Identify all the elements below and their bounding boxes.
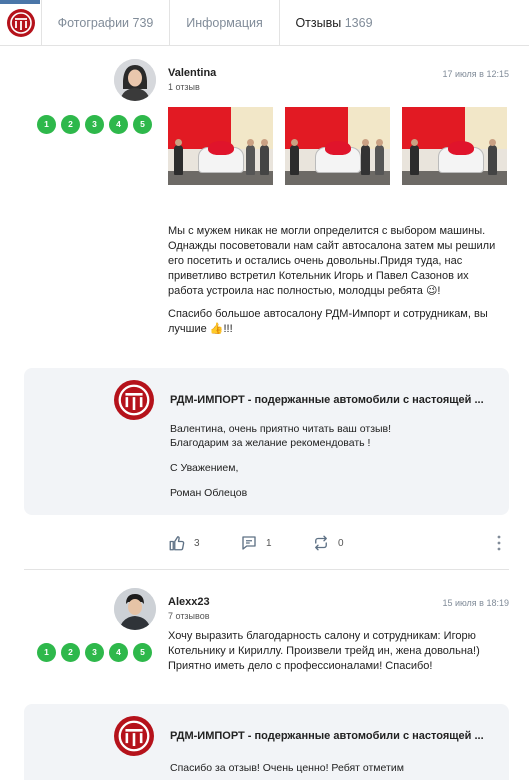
photo-person xyxy=(375,145,384,175)
repost-button[interactable]: 0 xyxy=(312,534,344,552)
tab-photos-label: Фотографии xyxy=(57,16,130,30)
comment-button[interactable]: 1 xyxy=(240,534,272,552)
rating-dot-3: 3 xyxy=(85,115,104,134)
reply-text-line: Благодарим за желание рекомендовать ! xyxy=(170,437,371,449)
photo-person xyxy=(246,145,255,175)
rdm-logo-icon xyxy=(6,9,35,37)
like-icon xyxy=(169,536,185,551)
photo-person xyxy=(410,145,419,175)
rating-dot-3: 3 xyxy=(85,643,104,662)
photo-person xyxy=(174,145,183,175)
photo-person-head xyxy=(489,139,496,146)
tab-reviews-label: Отзывы xyxy=(295,16,342,30)
review-author[interactable]: Valentina xyxy=(168,67,216,79)
avatar-man-icon xyxy=(114,588,156,630)
like-button[interactable]: 3 xyxy=(168,534,200,552)
reply-text-line: Роман Облецов xyxy=(170,487,248,499)
rating-dot-1: 1 xyxy=(37,643,56,662)
review-text: Мы с мужем никак не могли определится с … xyxy=(168,224,503,345)
rating-dot-2: 2 xyxy=(61,115,80,134)
photo-person-head xyxy=(411,139,418,146)
rdm-logo-icon[interactable] xyxy=(114,380,154,420)
review-paragraph: Мы с мужем никак не могли определится с … xyxy=(168,225,496,297)
photo-bow xyxy=(325,141,351,155)
reply-text-line: Валентина, очень приятно читать ваш отзы… xyxy=(170,423,392,435)
reply-author[interactable]: РДМ-ИМПОРТ - подержанные автомобили с на… xyxy=(170,730,506,742)
photo-person-head xyxy=(291,139,298,146)
rating-dot-4: 4 xyxy=(109,115,128,134)
review-author-count: 7 отзывов xyxy=(168,611,210,621)
comment-count: 1 xyxy=(266,537,272,549)
repost-icon xyxy=(315,535,327,551)
photo-person-head xyxy=(247,139,254,146)
photo-ground xyxy=(168,171,273,185)
photo-background xyxy=(348,107,390,149)
comment-icon xyxy=(242,536,256,550)
rdm-logo-icon[interactable] xyxy=(114,716,154,756)
photo-background xyxy=(465,107,507,149)
avatar[interactable] xyxy=(114,588,156,630)
rating-scale: 1 2 3 4 5 xyxy=(37,643,152,662)
photo-person xyxy=(488,145,497,175)
review-photos xyxy=(168,107,507,185)
photo-person-head xyxy=(175,139,182,146)
rating-scale: 1 2 3 4 5 xyxy=(37,115,152,134)
tab-photos-count: 739 xyxy=(132,16,154,30)
photo-bow xyxy=(208,141,234,155)
review-photo-2[interactable] xyxy=(285,107,390,185)
reply-author[interactable]: РДМ-ИМПОРТ - подержанные автомобили с на… xyxy=(170,394,506,406)
review-author-count: 1 отзыв xyxy=(168,82,200,92)
repost-count: 0 xyxy=(338,537,344,549)
top-tabs: Фотографии 739 Информация Отзывы 1369 xyxy=(0,0,529,46)
review-paragraph: Спасибо большое автосалону РДМ-Импорт и … xyxy=(168,308,488,335)
photo-person-head xyxy=(362,139,369,146)
tab-info-label: Информация xyxy=(186,16,263,30)
review-date[interactable]: 17 июля в 12:15 xyxy=(400,69,509,79)
community-logo-button[interactable] xyxy=(0,0,42,46)
more-button[interactable] xyxy=(494,534,504,557)
rating-dot-1: 1 xyxy=(37,115,56,134)
reply-text-line: Спасибо за отзыв! Очень ценно! Ребят отм… xyxy=(170,762,404,774)
review-photo-3[interactable] xyxy=(402,107,507,185)
photo-person xyxy=(361,145,370,175)
rating-dot-2: 2 xyxy=(61,643,80,662)
rating-dot-5: 5 xyxy=(133,115,152,134)
tab-info[interactable]: Информация xyxy=(170,0,280,46)
review-date[interactable]: 15 июля в 18:19 xyxy=(400,598,509,608)
owner-reply: РДМ-ИМПОРТ - подержанные автомобили с на… xyxy=(24,368,509,515)
reply-text-line: С Уважением, xyxy=(170,462,239,474)
review-text: Хочу выразить благодарность салону и сот… xyxy=(168,629,503,682)
photo-person xyxy=(260,145,269,175)
rating-dot-5: 5 xyxy=(133,643,152,662)
review-photo-1[interactable] xyxy=(168,107,273,185)
tab-reviews[interactable]: Отзывы 1369 xyxy=(280,0,388,46)
review-actions: 3 1 0 xyxy=(0,530,529,554)
more-icon xyxy=(497,535,501,551)
avatar-woman-icon xyxy=(114,59,156,101)
avatar[interactable] xyxy=(114,59,156,101)
photo-person-head xyxy=(261,139,268,146)
review-divider xyxy=(24,569,509,570)
review-author[interactable]: Alexx23 xyxy=(168,596,210,608)
rating-dot-4: 4 xyxy=(109,643,128,662)
review-paragraph: Хочу выразить благодарность салону и сот… xyxy=(168,630,480,672)
tab-photos[interactable]: Фотографии 739 xyxy=(42,0,170,46)
photo-person-head xyxy=(376,139,383,146)
like-count: 3 xyxy=(194,537,200,549)
owner-reply: РДМ-ИМПОРТ - подержанные автомобили с на… xyxy=(24,704,509,780)
photo-person xyxy=(290,145,299,175)
photo-bow xyxy=(448,141,474,155)
tab-reviews-count: 1369 xyxy=(344,16,373,30)
